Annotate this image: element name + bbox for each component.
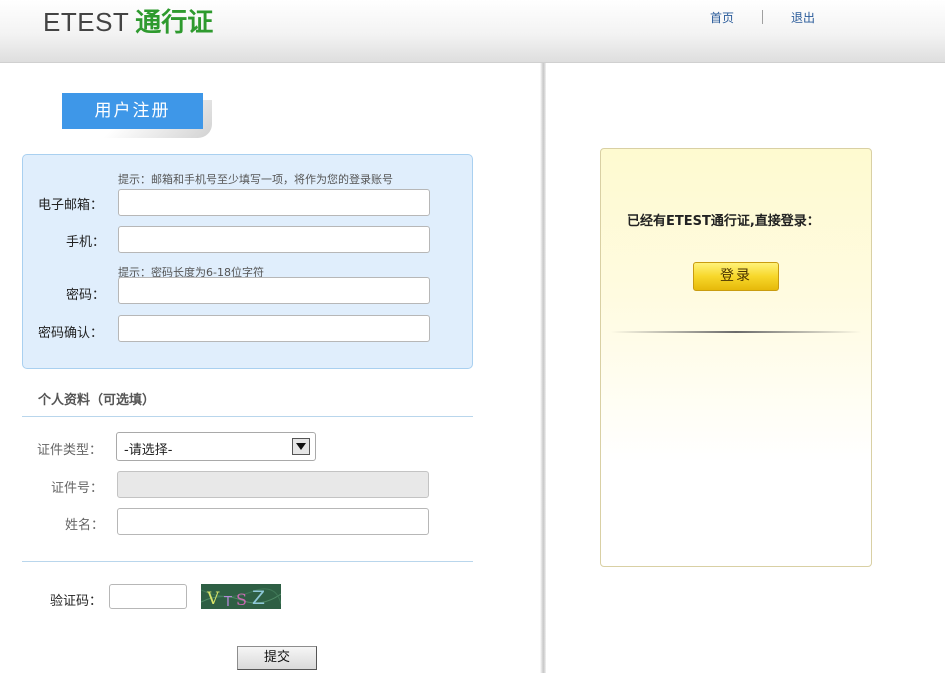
nav-logout-link[interactable]: 退出 xyxy=(791,10,815,26)
phone-label: 手机： xyxy=(66,235,106,250)
id-number-label: 证件号： xyxy=(51,481,104,496)
page-header: ETEST 通行证 首页 退出 xyxy=(0,0,945,63)
column-divider xyxy=(540,63,546,673)
login-divider xyxy=(611,331,861,333)
email-label: 电子邮箱： xyxy=(38,198,104,213)
name-field[interactable] xyxy=(117,508,429,535)
svg-text:V: V xyxy=(206,589,220,609)
id-type-selected-value: -请选择- xyxy=(124,443,173,458)
chevron-down-icon[interactable] xyxy=(292,438,310,455)
register-title: 用户注册 xyxy=(62,93,203,129)
profile-divider-top xyxy=(22,416,473,417)
svg-text:S: S xyxy=(236,590,247,609)
name-label: 姓名： xyxy=(65,518,105,533)
login-button[interactable]: 登录 xyxy=(693,262,779,291)
submit-button[interactable]: 提交 xyxy=(237,646,317,670)
svg-text:Z: Z xyxy=(252,587,265,609)
captcha-field[interactable] xyxy=(109,584,187,609)
login-panel: 已经有ETEST通行证,直接登录： 登录 xyxy=(600,148,872,567)
logo-brand: ETEST xyxy=(43,7,130,37)
password-field[interactable] xyxy=(118,277,430,304)
password-confirm-field[interactable] xyxy=(118,315,430,342)
phone-field[interactable] xyxy=(118,226,430,253)
password-label: 密码： xyxy=(66,288,106,303)
id-type-label: 证件类型： xyxy=(37,443,103,458)
id-number-field[interactable] xyxy=(117,471,429,498)
password-confirm-label: 密码确认： xyxy=(38,326,104,341)
profile-section-title: 个人资料（可选填） xyxy=(38,393,156,408)
nav-home-link[interactable]: 首页 xyxy=(710,10,734,26)
logo: ETEST 通行证 xyxy=(43,6,213,39)
nav-separator xyxy=(762,10,763,24)
svg-text:T: T xyxy=(223,595,232,609)
email-field[interactable] xyxy=(118,189,430,216)
logo-pass: 通行证 xyxy=(135,8,214,38)
contact-hint: 提示：邮箱和手机号至少填写一项，将作为您的登录账号 xyxy=(118,173,393,186)
id-type-select[interactable]: -请选择- xyxy=(116,432,316,461)
profile-divider-bottom xyxy=(22,561,473,562)
captcha-label: 验证码： xyxy=(50,594,103,609)
captcha-image[interactable]: V T S Z xyxy=(201,584,281,609)
login-prompt: 已经有ETEST通行证,直接登录： xyxy=(627,214,820,229)
